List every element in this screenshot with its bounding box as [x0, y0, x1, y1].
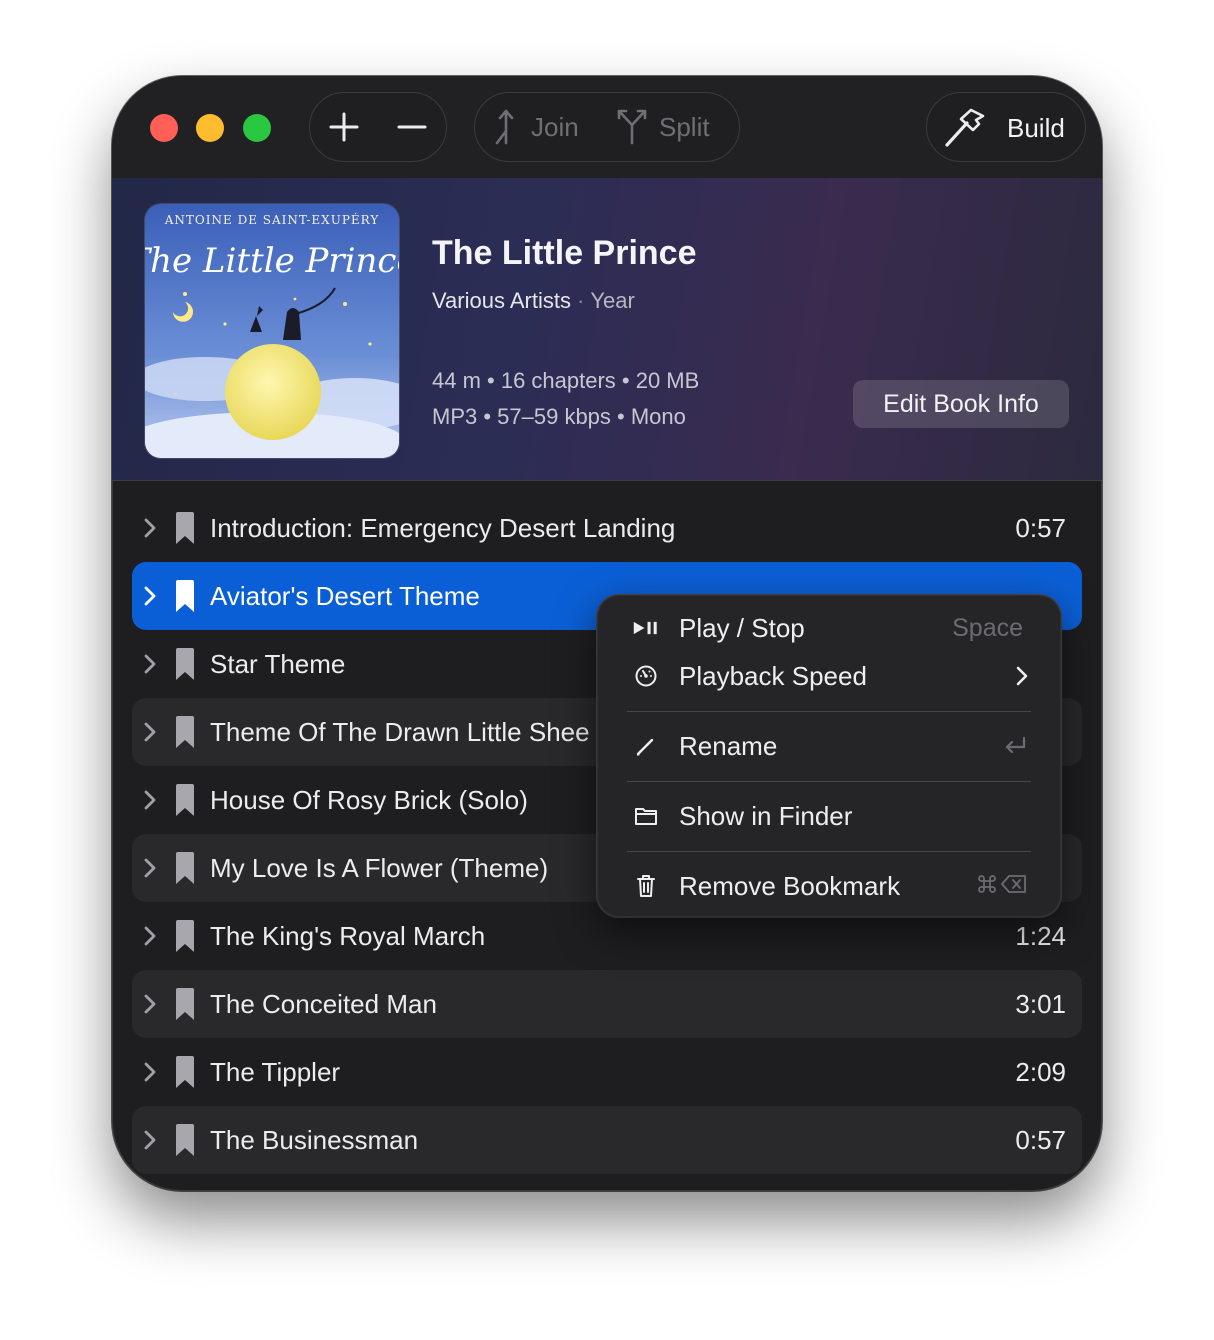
disclosure-chevron-icon[interactable] [142, 924, 158, 948]
join-button[interactable]: Join [491, 109, 579, 145]
build-label: Build [1007, 112, 1065, 143]
chapter-title: House Of Rosy Brick (Solo) [210, 784, 528, 815]
menu-separator [627, 851, 1031, 852]
return-key-icon [1005, 736, 1026, 754]
menu-item-shortcut: Space [952, 613, 1023, 642]
minimize-window-button[interactable] [196, 114, 224, 142]
bookmark-icon [176, 1124, 194, 1156]
app-window: Join Split Build ANTOINE DE SAINT-EXUPÉR… [112, 76, 1102, 1191]
disclosure-chevron-icon[interactable] [142, 856, 158, 880]
bookmark-icon [176, 512, 194, 544]
split-button[interactable]: Split [615, 109, 710, 145]
submenu-chevron-icon [1016, 666, 1028, 686]
build-button[interactable]: Build [926, 92, 1086, 162]
folder-icon [633, 804, 659, 828]
disclosure-chevron-icon[interactable] [142, 516, 158, 540]
chapter-title: Star Theme [210, 648, 346, 679]
context-menu: Play / Stop Space Playback Speed Rename … [597, 595, 1061, 917]
menu-item-remove-bookmark[interactable]: Remove Bookmark [597, 863, 1061, 909]
artist-name: Various Artists [432, 288, 571, 313]
zoom-window-button[interactable] [243, 114, 271, 142]
chapter-title: The Conceited Man [210, 988, 437, 1019]
chapter-title: Aviator's Desert Theme [210, 580, 480, 611]
cover-title-text: The Little Prince [145, 241, 399, 281]
speedometer-icon [633, 664, 659, 688]
plus-icon [329, 112, 359, 142]
disclosure-chevron-icon[interactable] [142, 584, 158, 608]
remove-button[interactable] [396, 111, 428, 143]
bookmark-icon [176, 1056, 194, 1088]
split-label: Split [659, 111, 710, 142]
menu-item-rename[interactable]: Rename [597, 723, 1061, 769]
minus-icon [397, 125, 427, 129]
bookmark-icon [176, 988, 194, 1020]
toolbar: Join Split Build [112, 76, 1102, 178]
split-icon [617, 109, 647, 145]
chapter-duration: 0:57 [1015, 1124, 1066, 1155]
bookmark-icon [176, 920, 194, 952]
delete-key-icon [1001, 875, 1026, 893]
chapter-duration: 3:01 [1015, 988, 1066, 1019]
chapter-title: The King's Royal March [210, 920, 486, 951]
play-pause-icon [633, 616, 659, 640]
menu-item-label: Rename [679, 730, 778, 761]
shortcut-cmd-delete [977, 874, 1027, 894]
menu-item-show-in-finder[interactable]: Show in Finder [597, 793, 1061, 839]
join-label: Join [531, 111, 579, 142]
chapter-row[interactable]: The Conceited Man 3:01 [132, 970, 1082, 1038]
menu-item-label: Play / Stop [679, 612, 805, 643]
cover-author-text: ANTOINE DE SAINT-EXUPÉRY [164, 212, 380, 227]
chapter-duration: 2:09 [1015, 1056, 1066, 1087]
join-icon [495, 109, 514, 145]
chapter-title: Theme Of The Drawn Little Shee [210, 716, 590, 747]
bookmark-icon [176, 784, 194, 816]
menu-separator [627, 711, 1031, 712]
chapter-title: My Love Is A Flower (Theme) [210, 852, 549, 883]
cover-illustration: ANTOINE DE SAINT-EXUPÉRY The Little Prin… [145, 204, 399, 458]
chapter-duration: 0:57 [1015, 512, 1066, 543]
pencil-icon [633, 734, 659, 758]
bookmark-icon [176, 716, 194, 748]
disclosure-chevron-icon[interactable] [142, 788, 158, 812]
disclosure-chevron-icon[interactable] [142, 1128, 158, 1152]
bookmark-icon [176, 852, 194, 884]
menu-separator [627, 781, 1031, 782]
menu-item-label: Remove Bookmark [679, 870, 901, 901]
trash-icon [633, 874, 659, 898]
hammer-icon [945, 108, 985, 147]
book-stats: 44 m • 16 chapters • 20 MB [432, 368, 700, 393]
disclosure-chevron-icon[interactable] [142, 720, 158, 744]
command-key-icon [978, 875, 996, 893]
menu-item-playback-speed[interactable]: Playback Speed [597, 653, 1061, 699]
add-button[interactable] [328, 111, 360, 143]
chapter-row[interactable]: The Businessman 0:57 [132, 1106, 1082, 1174]
disclosure-chevron-icon[interactable] [142, 652, 158, 676]
menu-item-play-stop[interactable]: Play / Stop Space [597, 605, 1061, 651]
bookmark-icon [176, 580, 194, 612]
artist-line: Various Artists · Year [432, 288, 635, 313]
chapter-title: The Businessman [210, 1124, 419, 1155]
edit-book-info-button[interactable]: Edit Book Info [853, 380, 1069, 428]
add-remove-group [309, 92, 447, 162]
book-header: ANTOINE DE SAINT-EXUPÉRY The Little Prin… [112, 178, 1102, 481]
close-window-button[interactable] [150, 114, 178, 142]
chapter-row[interactable]: The Tippler 2:09 [132, 1038, 1082, 1106]
chapter-title: The Tippler [210, 1056, 341, 1087]
chapter-row[interactable]: Introduction: Emergency Desert Landing 0… [132, 494, 1082, 562]
book-format: MP3 • 57–59 kbps • Mono [432, 404, 686, 429]
cover-art[interactable]: ANTOINE DE SAINT-EXUPÉRY The Little Prin… [145, 204, 399, 458]
join-split-group: Join Split [474, 92, 740, 162]
menu-item-label: Playback Speed [679, 660, 867, 691]
menu-item-label: Show in Finder [679, 800, 853, 831]
book-year: Year [590, 288, 635, 313]
disclosure-chevron-icon[interactable] [142, 1060, 158, 1084]
book-title: The Little Prince [432, 234, 697, 272]
disclosure-chevron-icon[interactable] [142, 992, 158, 1016]
chapter-duration: 1:24 [1015, 920, 1066, 951]
chapter-title: Introduction: Emergency Desert Landing [210, 512, 676, 543]
bookmark-icon [176, 648, 194, 680]
